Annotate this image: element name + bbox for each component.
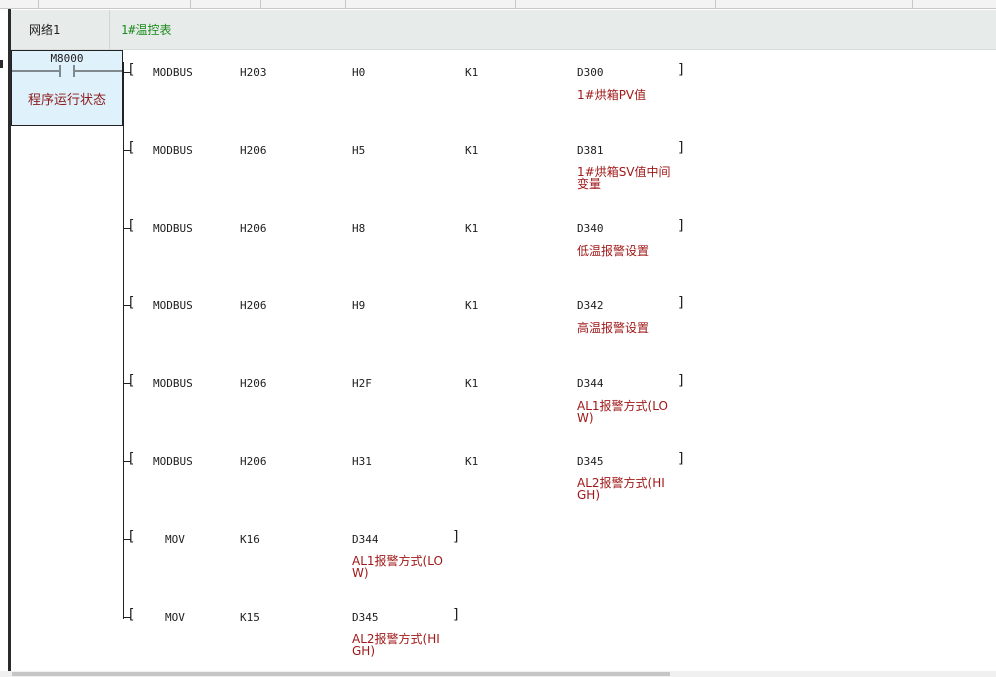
bracket-open: [ bbox=[127, 373, 136, 389]
header-divider bbox=[109, 10, 110, 49]
instruction-param-3: K1 bbox=[465, 144, 479, 157]
scrollbar-thumb[interactable] bbox=[12, 672, 670, 676]
instruction-opcode: MOV bbox=[165, 611, 185, 624]
instruction-opcode: MODBUS bbox=[153, 66, 193, 79]
bracket-close: ] bbox=[452, 529, 461, 545]
instruction-destination: D344 bbox=[352, 533, 379, 546]
instruction-param-2: H9 bbox=[352, 299, 366, 312]
instruction-param-3: K1 bbox=[465, 455, 479, 468]
instruction-param-1: H203 bbox=[240, 66, 267, 79]
contact-m8000[interactable]: M8000 程序运行状态 bbox=[11, 50, 123, 126]
bracket-close: ] bbox=[677, 373, 686, 389]
instruction-opcode: MODBUS bbox=[153, 144, 193, 157]
column-divider bbox=[260, 0, 261, 8]
bracket-open: [ bbox=[127, 607, 136, 623]
device-comment: 1#烘箱PV值 bbox=[577, 88, 647, 102]
instruction-param-3: K1 bbox=[465, 377, 479, 390]
toolbar-strip bbox=[0, 0, 996, 9]
instruction-opcode: MODBUS bbox=[153, 455, 193, 468]
instruction-destination: D340 bbox=[577, 222, 604, 235]
instruction-param-2: H5 bbox=[352, 144, 366, 157]
device-comment: AL1报警方式(LO W) bbox=[577, 399, 668, 425]
bracket-open: [ bbox=[127, 140, 136, 156]
device-comment: 低温报警设置 bbox=[577, 244, 650, 258]
instruction-param-1: H206 bbox=[240, 377, 267, 390]
instruction-param-2: H2F bbox=[352, 377, 372, 390]
instruction-param-1: H206 bbox=[240, 222, 267, 235]
instruction-param-1: H206 bbox=[240, 144, 267, 157]
instruction-destination: D345 bbox=[577, 455, 604, 468]
device-comment: 高温报警设置 bbox=[577, 321, 650, 335]
rung-marker bbox=[0, 60, 3, 68]
instruction-destination: D381 bbox=[577, 144, 604, 157]
column-divider bbox=[190, 0, 191, 8]
column-divider bbox=[38, 0, 39, 8]
instruction-opcode: MODBUS bbox=[153, 299, 193, 312]
column-divider bbox=[345, 0, 346, 8]
instruction-param-1: K15 bbox=[240, 611, 260, 624]
instruction-opcode: MODBUS bbox=[153, 377, 193, 390]
device-comment: AL2报警方式(HI GH) bbox=[577, 476, 665, 502]
device-comment: 1#烘箱SV值中间 变量 bbox=[577, 165, 671, 191]
bracket-open: [ bbox=[127, 218, 136, 234]
device-comment: AL1报警方式(LO W) bbox=[352, 554, 443, 580]
instruction-param-3: K1 bbox=[465, 222, 479, 235]
instruction-param-3: K1 bbox=[465, 66, 479, 79]
column-divider bbox=[912, 0, 913, 8]
bracket-close: ] bbox=[677, 140, 686, 156]
network-name: 网络1 bbox=[29, 23, 61, 37]
instruction-opcode: MODBUS bbox=[153, 222, 193, 235]
bracket-open: [ bbox=[127, 295, 136, 311]
bracket-open: [ bbox=[127, 529, 136, 545]
device-comment: AL2报警方式(HI GH) bbox=[352, 632, 440, 658]
bracket-close: ] bbox=[452, 607, 461, 623]
instruction-destination: D300 bbox=[577, 66, 604, 79]
column-divider bbox=[715, 0, 716, 8]
bracket-open: [ bbox=[127, 62, 136, 78]
instruction-param-2: H0 bbox=[352, 66, 366, 79]
instruction-param-2: H8 bbox=[352, 222, 366, 235]
bracket-close: ] bbox=[677, 295, 686, 311]
instruction-param-3: K1 bbox=[465, 299, 479, 312]
column-divider bbox=[515, 0, 516, 8]
instruction-param-1: H206 bbox=[240, 455, 267, 468]
bracket-close: ] bbox=[677, 62, 686, 78]
bracket-open: [ bbox=[127, 451, 136, 467]
instruction-destination: D344 bbox=[577, 377, 604, 390]
bracket-close: ] bbox=[677, 218, 686, 234]
branch-bus bbox=[123, 62, 124, 619]
network-header[interactable]: 网络1 1#温控表 bbox=[11, 10, 996, 50]
instruction-opcode: MOV bbox=[165, 533, 185, 546]
network-comment: 1#温控表 bbox=[121, 23, 172, 37]
instruction-param-2: H31 bbox=[352, 455, 372, 468]
instruction-param-1: K16 bbox=[240, 533, 260, 546]
normally-open-contact-icon bbox=[12, 65, 122, 77]
horizontal-scrollbar[interactable] bbox=[0, 671, 996, 677]
bracket-close: ] bbox=[677, 451, 686, 467]
instruction-param-1: H206 bbox=[240, 299, 267, 312]
instruction-destination: D342 bbox=[577, 299, 604, 312]
instruction-destination: D345 bbox=[352, 611, 379, 624]
contact-comment: 程序运行状态 bbox=[27, 93, 106, 108]
